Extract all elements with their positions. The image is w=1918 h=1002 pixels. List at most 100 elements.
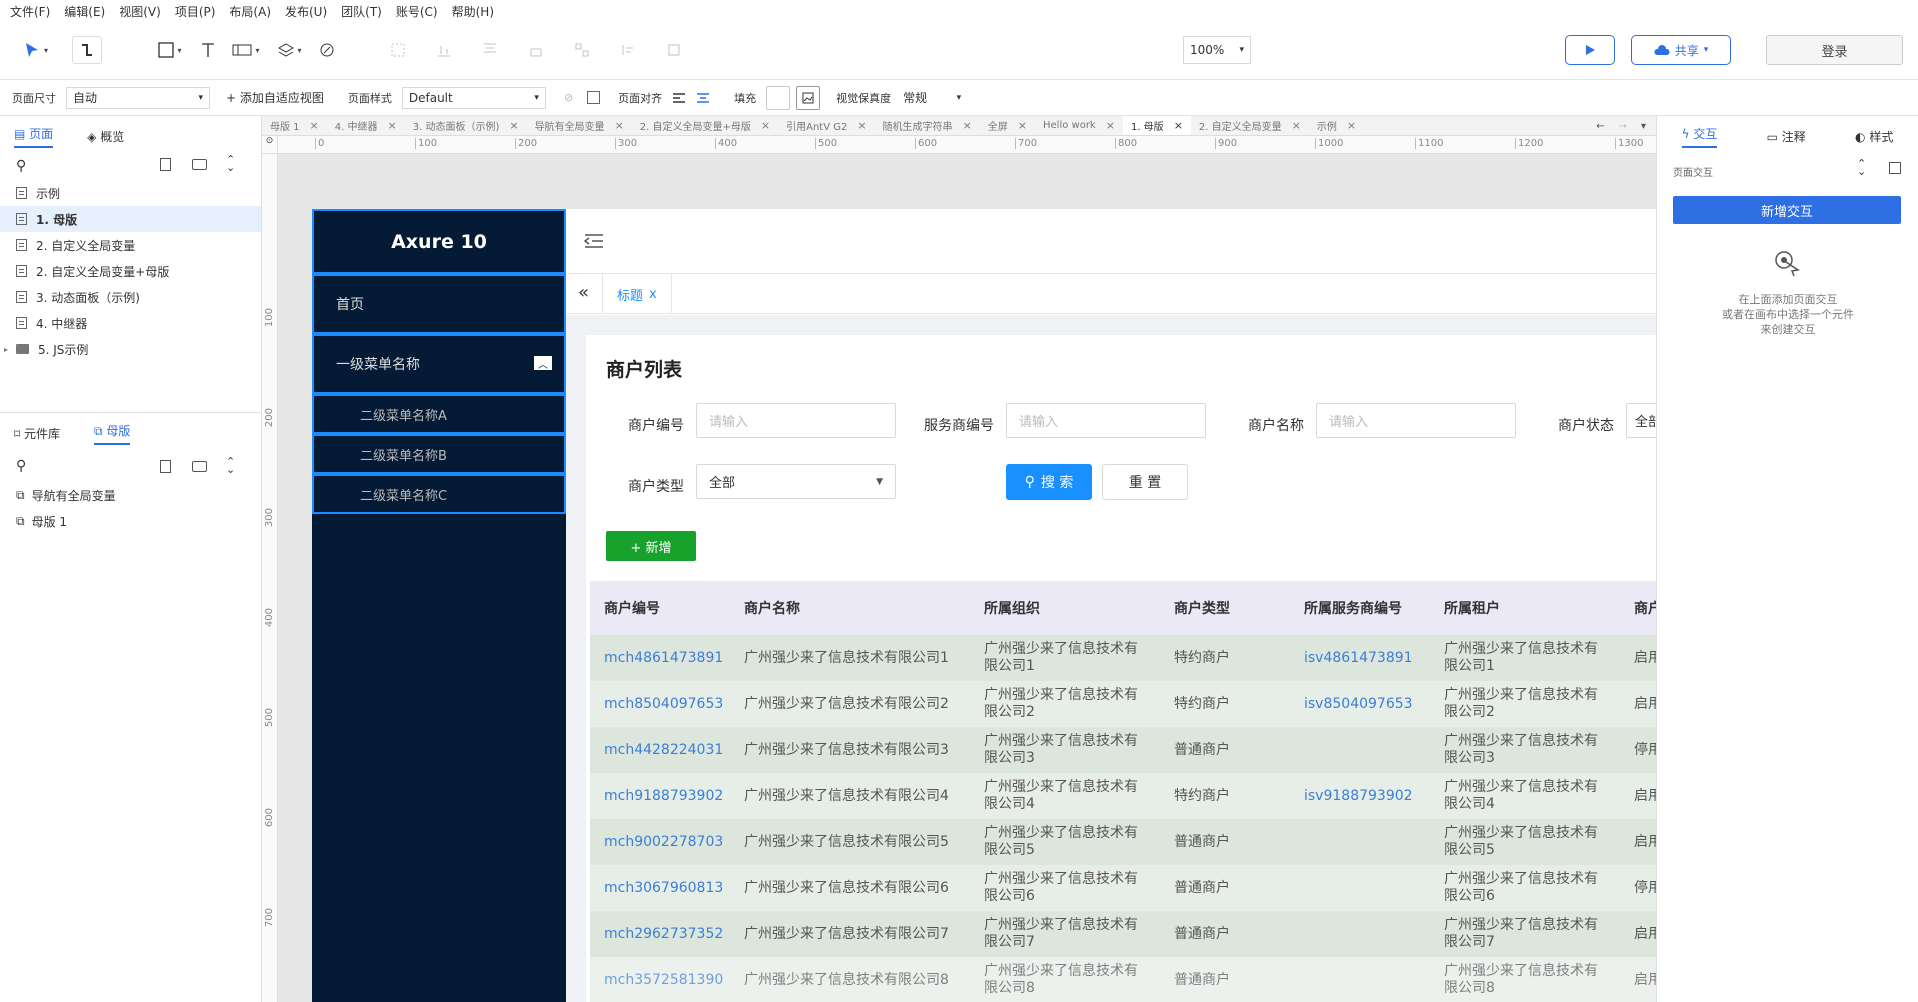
table-row[interactable]: mch8504097653 广州强少来了信息技术有限公司2 广州强少来了信息技术有限… bbox=[590, 681, 1656, 727]
add-button[interactable]: + 新增 bbox=[606, 531, 696, 561]
menu-item[interactable]: 文件(F) bbox=[10, 3, 50, 20]
search-button[interactable]: ⚲ 搜 索 bbox=[1006, 464, 1092, 500]
menu-item[interactable]: 项目(P) bbox=[175, 3, 216, 20]
menu-fold-icon[interactable] bbox=[584, 233, 604, 249]
caret-right-icon[interactable]: ▸ bbox=[4, 345, 8, 354]
table-cell[interactable]: isv9188793902 bbox=[1290, 773, 1430, 819]
document-tab[interactable]: 随机生成字符串 × bbox=[875, 116, 980, 135]
tab-menu-icon[interactable]: ▾ bbox=[1641, 121, 1646, 132]
fill-color-swatch[interactable] bbox=[766, 85, 791, 110]
expand-collapse-icon[interactable]: ⌃ ⌄ bbox=[226, 456, 235, 475]
master-item[interactable]: ⧉ 母版 1 bbox=[0, 508, 261, 534]
close-icon[interactable]: × bbox=[615, 119, 624, 132]
status-select[interactable]: 全部 bbox=[1626, 403, 1656, 438]
tab-style[interactable]: ◐ 样式 bbox=[1855, 128, 1893, 145]
document-tab[interactable]: 2. 自定义全局变量 × bbox=[1191, 116, 1309, 135]
document-tab[interactable]: 3. 动态面板（示例) × bbox=[405, 116, 527, 135]
login-button[interactable]: 登录 bbox=[1766, 35, 1903, 65]
menu-item[interactable]: 账号(C) bbox=[396, 3, 438, 20]
table-cell[interactable] bbox=[1290, 865, 1430, 911]
close-icon[interactable]: × bbox=[1106, 119, 1115, 132]
document-tab[interactable]: 引用AntV G2 × bbox=[778, 116, 874, 135]
menu-item[interactable]: 布局(A) bbox=[229, 3, 271, 20]
close-icon[interactable]: × bbox=[857, 119, 866, 132]
table-cell[interactable]: mch9188793902 bbox=[590, 773, 730, 819]
service-no-input[interactable]: 请输入 bbox=[1006, 403, 1206, 438]
layers-tool-button[interactable]: ▾ bbox=[272, 36, 308, 64]
document-tab[interactable]: 母版 1 × bbox=[262, 116, 327, 135]
close-icon[interactable]: × bbox=[1347, 119, 1356, 132]
table-cell[interactable]: mch9002278703 bbox=[590, 819, 730, 865]
tab-overview[interactable]: ◈ 概览 bbox=[87, 128, 124, 145]
search-icon[interactable]: ⚲ bbox=[16, 158, 26, 174]
add-adaptive-view-link[interactable]: + 添加自适应视图 bbox=[226, 89, 324, 106]
tab-masters[interactable]: ⧉ 母版 bbox=[94, 422, 131, 445]
page-item[interactable]: 2. 自定义全局变量+母版 bbox=[0, 258, 261, 284]
close-icon[interactable]: × bbox=[1174, 119, 1183, 132]
zoom-select[interactable]: 100% ▾ bbox=[1183, 36, 1251, 64]
table-cell[interactable]: mch4428224031 bbox=[590, 727, 730, 773]
menu-item[interactable]: 编辑(E) bbox=[64, 3, 105, 20]
document-tab[interactable]: 1. 母版 × bbox=[1122, 116, 1191, 135]
table-row[interactable]: mch9188793902 广州强少来了信息技术有限公司4 广州强少来了信息技术有限… bbox=[590, 773, 1656, 819]
page-item[interactable]: 4. 中继器 bbox=[0, 310, 261, 336]
document-tab[interactable]: 4. 中继器 × bbox=[327, 116, 405, 135]
close-icon[interactable]: x bbox=[649, 287, 657, 302]
table-cell[interactable]: isv4861473891 bbox=[1290, 635, 1430, 681]
close-icon[interactable]: × bbox=[761, 119, 770, 132]
add-interaction-button[interactable]: 新增交互 bbox=[1673, 196, 1901, 224]
document-tab[interactable]: Hello work × bbox=[1035, 116, 1123, 135]
menu-item[interactable]: 团队(T) bbox=[341, 3, 382, 20]
proto-nav-home[interactable]: 首页 bbox=[312, 274, 566, 334]
proto-nav-level2-item[interactable]: 二级菜单名称A bbox=[312, 394, 566, 434]
proto-nav-level1[interactable]: 一级菜单名称 ︿ bbox=[312, 334, 566, 394]
tab-library[interactable]: ⌑ 元件库 bbox=[14, 425, 60, 442]
merchant-name-input[interactable]: 请输入 bbox=[1316, 403, 1516, 438]
close-icon[interactable]: × bbox=[509, 119, 518, 132]
tab-notes[interactable]: ▭ 注释 bbox=[1767, 128, 1806, 145]
close-icon[interactable]: × bbox=[1292, 119, 1301, 132]
chevron-up-icon[interactable]: ︿ bbox=[534, 356, 552, 371]
table-cell[interactable]: mch4861473891 bbox=[590, 635, 730, 681]
search-icon[interactable]: ⚲ bbox=[16, 458, 26, 474]
share-button[interactable]: 共享 ▾ bbox=[1631, 35, 1731, 65]
document-tab[interactable]: 全屏 × bbox=[980, 116, 1035, 135]
proto-nav-level2-item[interactable]: 二级菜单名称C bbox=[312, 474, 566, 514]
add-folder-icon[interactable] bbox=[192, 159, 207, 170]
document-tab[interactable]: 示例 × bbox=[1309, 116, 1364, 135]
page-style-select[interactable]: Default ▾ bbox=[401, 86, 546, 109]
table-row[interactable]: mch3572581390 广州强少来了信息技术有限公司8 广州强少来了信息技术有限… bbox=[590, 957, 1656, 1002]
table-cell[interactable]: mch3067960813 bbox=[590, 865, 730, 911]
table-row[interactable]: mch3067960813 广州强少来了信息技术有限公司6 广州强少来了信息技术有限… bbox=[590, 865, 1656, 911]
add-master-icon[interactable] bbox=[160, 460, 171, 473]
close-icon[interactable]: × bbox=[963, 119, 972, 132]
tab-pages[interactable]: ▤ 页面 bbox=[14, 125, 54, 148]
table-cell[interactable] bbox=[1290, 819, 1430, 865]
double-chevron-left-icon[interactable]: « bbox=[578, 282, 589, 303]
menu-item[interactable]: 帮助(H) bbox=[452, 3, 494, 20]
menu-item[interactable]: 发布(U) bbox=[285, 3, 327, 20]
menu-item[interactable]: 视图(V) bbox=[119, 3, 161, 20]
table-row[interactable]: mch2962737352 广州强少来了信息技术有限公司7 广州强少来了信息技术有限… bbox=[590, 911, 1656, 957]
arrow-right-icon[interactable]: → bbox=[1619, 121, 1627, 132]
table-cell[interactable] bbox=[1290, 957, 1430, 1002]
proto-tab-title[interactable]: 标题 x bbox=[602, 274, 672, 314]
page-item[interactable]: 3. 动态面板（示例) bbox=[0, 284, 261, 310]
expand-collapse-icon[interactable]: ⌃ ⌄ bbox=[226, 154, 235, 173]
table-cell[interactable]: mch2962737352 bbox=[590, 911, 730, 957]
page-style-edit-icon[interactable]: ⊘ bbox=[564, 91, 573, 104]
rectangle-tool-button[interactable]: ▾ bbox=[150, 36, 190, 64]
page-style-manage-icon[interactable] bbox=[587, 91, 601, 104]
align-center-icon[interactable] bbox=[696, 92, 710, 104]
table-row[interactable]: mch4861473891 广州强少来了信息技术有限公司1 广州强少来了信息技术有限… bbox=[590, 635, 1656, 681]
expand-collapse-icon[interactable]: ⌃ ⌄ bbox=[1857, 158, 1866, 177]
open-external-icon[interactable] bbox=[1889, 162, 1901, 174]
add-folder-icon[interactable] bbox=[192, 461, 207, 472]
table-cell[interactable]: mch8504097653 bbox=[590, 681, 730, 727]
connector-tool-button[interactable] bbox=[72, 36, 102, 64]
align-left-icon[interactable] bbox=[672, 92, 686, 104]
add-page-icon[interactable] bbox=[160, 158, 171, 171]
fill-image-button[interactable] bbox=[796, 85, 821, 110]
reset-button[interactable]: 重 置 bbox=[1102, 464, 1188, 500]
merchant-no-input[interactable]: 请输入 bbox=[696, 403, 896, 438]
